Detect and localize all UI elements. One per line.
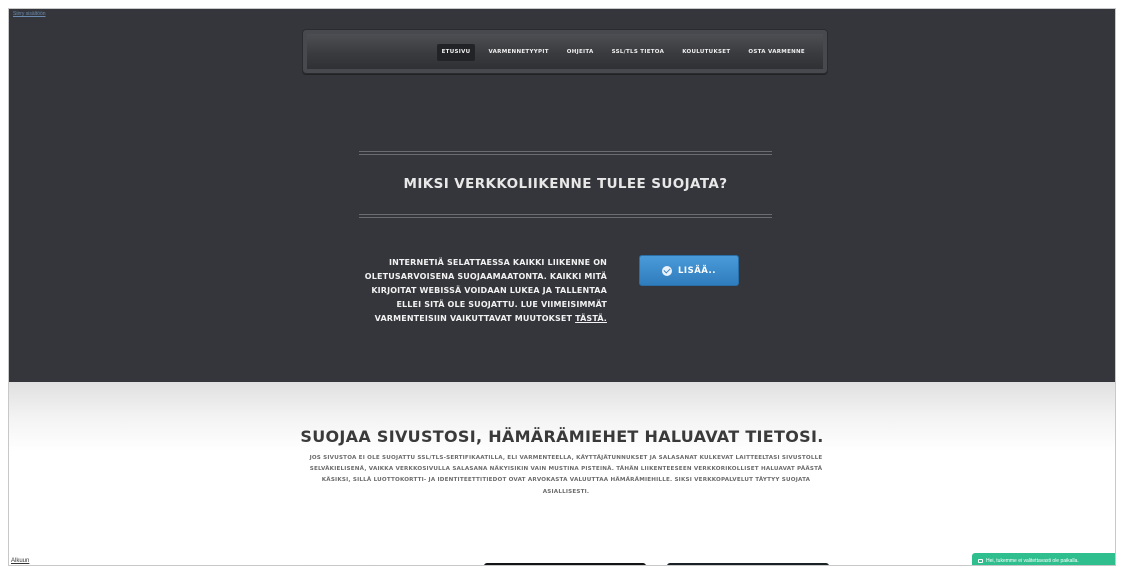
chat-widget-label: Hei, tukemme ei valitettavasti ole paika… (986, 557, 1079, 564)
nav-item-ohjeita[interactable]: OHJEITA (562, 44, 599, 61)
nav-item-etusivu[interactable]: ETUSIVU (436, 44, 476, 61)
changes-link[interactable]: TÄSTÄ. (575, 314, 607, 323)
hero-section: Siirry sisältöön ETUSIVU VARMENNETYYPIT … (9, 9, 1115, 382)
nav-item-koulutukset[interactable]: KOULUTUKSET (677, 44, 735, 61)
progress-bar (9, 565, 227, 566)
browser-viewport: Siirry sisältöön ETUSIVU VARMENNETYYPIT … (8, 8, 1116, 566)
nav-menu: ETUSIVU VARMENNETYYPIT OHJEITA SSL/TLS T… (303, 30, 827, 75)
title-bottom-rule (359, 214, 772, 218)
nav-item-osta-varmenne[interactable]: OSTA VARMENNE (743, 44, 810, 61)
hero-description: INTERNETIÄ SELATTAESSA KAIKKI LIIKENNE O… (359, 256, 607, 326)
hero-title: MIKSI VERKKOLIIKENNE TULEE SUOJATA? (403, 176, 728, 192)
nav-item-ssl-tls-tietoa[interactable]: SSL/TLS TIETOA (607, 44, 670, 61)
chat-icon (978, 558, 983, 563)
back-to-top-link[interactable]: Alkuun (11, 558, 29, 564)
title-top-rule (359, 151, 772, 155)
section-body: JOS SIVUSTOA EI OLE SUOJATTU SSL/TLS-SER… (309, 455, 823, 495)
nav-item-varmennetyypit[interactable]: VARMENNETYYPIT (483, 44, 553, 61)
more-button[interactable]: LISÄÄ.. (639, 255, 739, 286)
more-button-label: LISÄÄ.. (678, 265, 716, 276)
product-card[interactable] (484, 563, 646, 565)
skip-to-content-link[interactable]: Siirry sisältöön (13, 11, 46, 17)
hero-description-text: INTERNETIÄ SELATTAESSA KAIKKI LIIKENNE O… (364, 258, 607, 323)
product-card[interactable] (667, 563, 829, 565)
main-navbar: ETUSIVU VARMENNETYYPIT OHJEITA SSL/TLS T… (302, 29, 828, 74)
section-title: SUOJAA SIVUSTOSI, HÄMÄRÄMIEHET HALUAVAT … (300, 427, 824, 446)
chat-widget[interactable]: Hei, tukemme ei valitettavasti ole paika… (972, 553, 1115, 565)
faint-links: ▪▪▪▪▪▪▪▪ ▪▪▪▪▪▪ ▪▪▪▪▪ ▪▪▪▪▪▪ (302, 563, 382, 566)
check-circle-icon (662, 265, 672, 276)
